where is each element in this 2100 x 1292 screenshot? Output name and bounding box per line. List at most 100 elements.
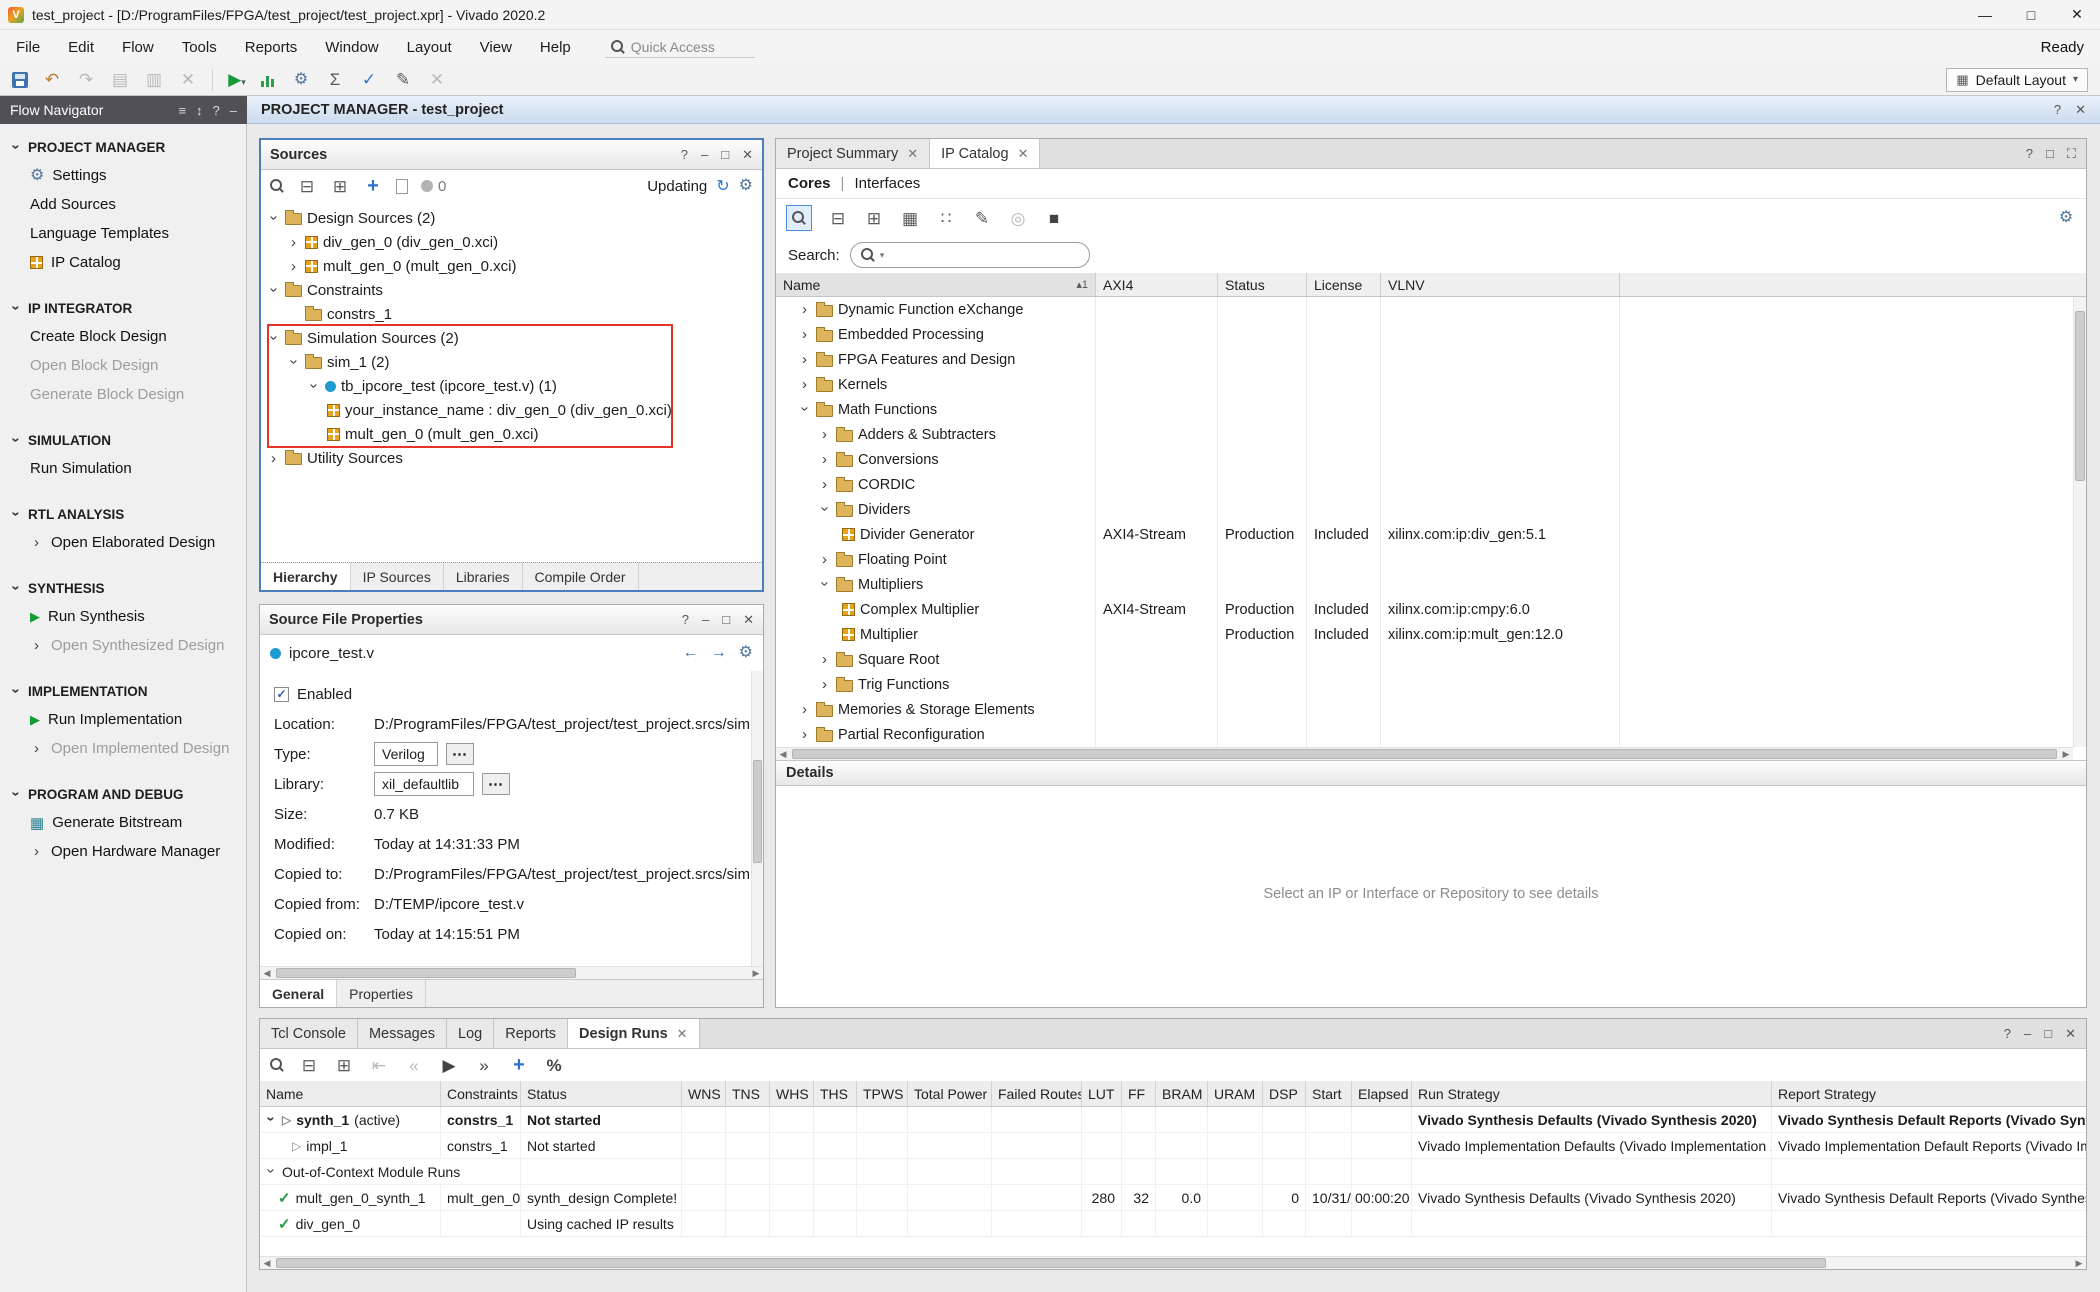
chevron-right-icon[interactable]: › <box>798 326 811 343</box>
close-icon[interactable]: ✕ <box>2054 0 2100 30</box>
column-total-power[interactable]: Total Power <box>908 1081 992 1106</box>
chevron-right-icon[interactable]: › <box>818 426 831 443</box>
chevron-down-icon[interactable]: › <box>263 1164 280 1177</box>
chevron-right-icon[interactable]: › <box>798 376 811 393</box>
checkmark-icon[interactable]: ✓ <box>359 71 379 88</box>
scroll-left-icon[interactable]: ◀ <box>260 1257 274 1269</box>
column-axi4[interactable]: AXI4 <box>1096 273 1218 296</box>
file-icon[interactable] <box>396 179 408 194</box>
column-ths[interactable]: THS <box>814 1081 857 1106</box>
column-ff[interactable]: FF <box>1122 1081 1156 1106</box>
catalog-row[interactable]: ›Memories & Storage Elements <box>776 697 2086 722</box>
horizontal-scrollbar[interactable]: ◀ ▶ <box>260 1256 2086 1269</box>
collapse-all-icon[interactable]: ⊟ <box>828 210 848 227</box>
paste-icon[interactable]: ▥ <box>144 71 164 88</box>
maximize-icon[interactable]: □ <box>2008 0 2054 30</box>
nav-item-generate-block-design[interactable]: Generate Block Design <box>0 380 246 409</box>
column-whs[interactable]: WHS <box>770 1081 814 1106</box>
tree-item-constraints[interactable]: ›Constraints <box>261 278 762 302</box>
menu-view[interactable]: View <box>480 39 512 56</box>
reports-icon[interactable] <box>261 73 277 87</box>
chevron-right-icon[interactable]: › <box>287 258 300 275</box>
column-status[interactable]: Status <box>521 1081 682 1106</box>
chevron-right-icon[interactable]: › <box>818 651 831 668</box>
nav-item-open-synthesized-design[interactable]: ›Open Synthesized Design <box>0 631 246 660</box>
column-license[interactable]: License <box>1307 273 1381 296</box>
catalog-row[interactable]: ›Floating Point <box>776 547 2086 572</box>
customize-icon[interactable]: ✎ <box>972 210 992 227</box>
nav-section-project-manager[interactable]: ›PROJECT MANAGER <box>0 134 246 161</box>
tab-reports[interactable]: Reports <box>494 1019 568 1048</box>
nav-item-language-templates[interactable]: Language Templates <box>0 219 246 248</box>
tree-item-design-sources[interactable]: ›Design Sources (2) <box>261 206 762 230</box>
run-row-ooc-group[interactable]: ›Out-of-Context Module Runs <box>260 1159 2086 1185</box>
nav-item-ip-catalog[interactable]: IP Catalog <box>0 248 246 277</box>
browse-button[interactable]: ⋯ <box>446 743 474 765</box>
column-start[interactable]: Start <box>1306 1081 1352 1106</box>
column-tns[interactable]: TNS <box>726 1081 770 1106</box>
maximize-icon[interactable]: ⛶ <box>2067 146 2076 162</box>
tree-item-utility-sources[interactable]: ›Utility Sources <box>261 446 762 470</box>
undo-icon[interactable]: ↶ <box>42 71 62 88</box>
float-icon[interactable]: □ <box>2046 146 2054 161</box>
nav-item-generate-bitstream[interactable]: ▦Generate Bitstream <box>0 808 246 837</box>
catalog-row[interactable]: ›Adders & Subtracters <box>776 422 2086 447</box>
column-status[interactable]: Status <box>1218 273 1307 296</box>
nav-section-synthesis[interactable]: ›SYNTHESIS <box>0 575 246 602</box>
gear-icon[interactable]: ⚙ <box>739 645 753 661</box>
nav-section-implementation[interactable]: ›IMPLEMENTATION <box>0 678 246 705</box>
stop-icon[interactable]: ■ <box>1044 210 1064 227</box>
resize-icon[interactable]: ↕ <box>196 103 203 118</box>
nav-section-rtl-analysis[interactable]: ›RTL ANALYSIS <box>0 501 246 528</box>
float-icon[interactable]: □ <box>722 612 730 627</box>
tab-log[interactable]: Log <box>447 1019 494 1048</box>
chevron-right-icon[interactable]: › <box>287 234 300 251</box>
enabled-checkbox[interactable]: ✓ <box>274 687 289 702</box>
search-icon[interactable] <box>270 1058 284 1072</box>
sigma-icon[interactable]: Σ <box>325 71 345 88</box>
tree-item-your-instance-name[interactable]: your_instance_name : div_gen_0 (div_gen_… <box>261 398 762 422</box>
expand-all-icon[interactable]: ⊞ <box>330 178 350 195</box>
catalog-row[interactable]: ›CORDIC <box>776 472 2086 497</box>
collapse-icon[interactable]: ‒ <box>230 103 237 118</box>
nav-item-open-implemented-design[interactable]: ›Open Implemented Design <box>0 734 246 763</box>
chevron-right-icon[interactable]: › <box>798 351 811 368</box>
close-icon[interactable]: ✕ <box>2075 102 2086 118</box>
catalog-row-multiplier[interactable]: MultiplierProductionIncludedxilinx.com:i… <box>776 622 2086 647</box>
catalog-row[interactable]: ›Dynamic Function eXchange <box>776 297 2086 322</box>
tab-properties[interactable]: Properties <box>337 980 426 1007</box>
help-icon[interactable]: ? <box>2004 1026 2011 1041</box>
nav-item-open-elaborated-design[interactable]: ›Open Elaborated Design <box>0 528 246 557</box>
float-icon[interactable]: □ <box>721 147 729 162</box>
column-uram[interactable]: URAM <box>1208 1081 1263 1106</box>
add-sources-icon[interactable]: + <box>363 176 383 196</box>
column-name[interactable]: Name <box>260 1081 441 1106</box>
tree-item-div-gen-0[interactable]: ›div_gen_0 (div_gen_0.xci) <box>261 230 762 254</box>
delete-icon[interactable]: ✕ <box>178 71 198 88</box>
chevron-down-icon[interactable]: › <box>266 283 283 296</box>
nav-section-simulation[interactable]: ›SIMULATION <box>0 427 246 454</box>
help-icon[interactable]: ? <box>2054 102 2061 118</box>
tab-tcl-console[interactable]: Tcl Console <box>260 1019 358 1048</box>
quick-access-search[interactable]: Quick Access <box>605 37 755 58</box>
minimize-icon[interactable]: — <box>1962 0 2008 30</box>
catalog-row[interactable]: ›Math Functions <box>776 397 2086 422</box>
column-vlnv[interactable]: VLNV <box>1381 273 1620 296</box>
catalog-row[interactable]: ›FPGA Features and Design <box>776 347 2086 372</box>
chevron-right-icon[interactable]: › <box>798 701 811 718</box>
minimize-icon[interactable]: ‒ <box>2024 1026 2031 1041</box>
tab-libraries[interactable]: Libraries <box>444 563 523 590</box>
expand-all-icon[interactable]: ⊞ <box>334 1057 354 1074</box>
step-back-icon[interactable]: « <box>404 1057 424 1074</box>
collapse-all-icon[interactable]: ⊟ <box>299 1057 319 1074</box>
help-icon[interactable]: ? <box>681 147 688 162</box>
close-icon[interactable]: ✕ <box>907 146 918 162</box>
group-by-icon[interactable]: ▦ <box>900 210 920 227</box>
chevron-right-icon[interactable]: › <box>818 551 831 568</box>
chevron-down-icon[interactable]: › <box>817 577 834 590</box>
menu-flow[interactable]: Flow <box>122 39 154 56</box>
run-row-impl-1[interactable]: ▷impl_1 constrs_1 Not started Vivado Imp… <box>260 1133 2086 1159</box>
menu-layout[interactable]: Layout <box>407 39 452 56</box>
nav-item-run-simulation[interactable]: Run Simulation <box>0 454 246 483</box>
chevron-down-icon[interactable]: › <box>797 402 814 415</box>
